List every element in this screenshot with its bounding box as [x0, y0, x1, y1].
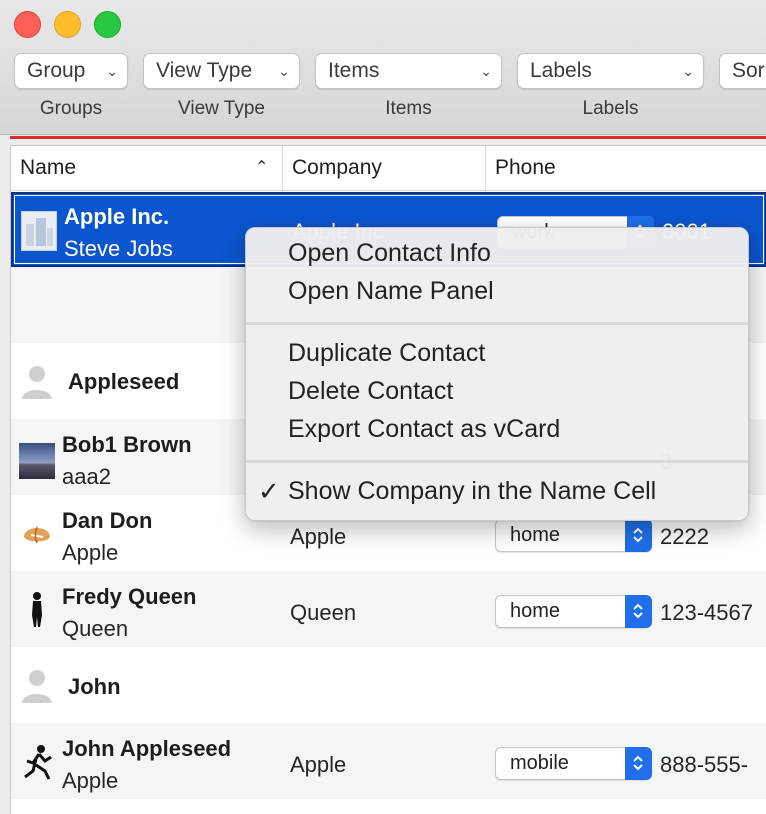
context-menu: Open Contact Info Open Name Panel Duplic…: [245, 227, 749, 521]
phone-type-popup[interactable]: mobile: [495, 747, 652, 780]
column-header-name-label: Name: [20, 156, 77, 179]
chevron-down-icon: ⌄: [480, 63, 492, 79]
menu-item-open-name-panel[interactable]: Open Name Panel: [288, 277, 494, 306]
contact-subtitle: Apple: [62, 768, 119, 793]
contact-company: Apple: [290, 752, 347, 777]
close-window-button[interactable]: [14, 11, 41, 38]
sort-popup-value: Sor: [732, 59, 765, 82]
table-row-john[interactable]: John: [11, 647, 766, 723]
contact-subtitle: Steve Jobs: [64, 236, 173, 261]
contact-phone: 123-4567: [660, 600, 753, 625]
items-popup[interactable]: Items ⌄: [315, 53, 502, 89]
contact-phone: 888-555-: [660, 752, 749, 777]
contact-name: John Appleseed: [62, 736, 232, 761]
phone-type-value: home: [510, 524, 561, 546]
view-type-label: View Type: [178, 98, 265, 119]
view-type-popup[interactable]: View Type ⌄: [143, 53, 300, 89]
table-header: Name ⌃ Company Phone: [11, 146, 766, 191]
column-header-name[interactable]: Name ⌃: [11, 146, 282, 190]
zoom-window-button[interactable]: [94, 11, 121, 38]
person-silhouette-icon: [19, 589, 55, 629]
group-popup-value: Group: [27, 59, 86, 82]
phone-type-value: home: [510, 600, 561, 622]
chevron-down-icon: ⌄: [682, 63, 694, 79]
items-label: Items: [385, 98, 432, 119]
menu-separator: [246, 460, 748, 463]
menu-item-delete-contact[interactable]: Delete Contact: [288, 377, 453, 406]
table-row-fredy-queen[interactable]: Fredy Queen Queen Queen home 123-4567: [11, 571, 766, 647]
running-person-icon: [19, 741, 55, 781]
table-row-empty: [11, 799, 766, 814]
menu-item-show-company-in-name-cell[interactable]: Show Company in the Name Cell: [288, 477, 656, 506]
contact-name: Dan Don: [62, 508, 153, 533]
table-row-john-appleseed[interactable]: John Appleseed Apple Apple mobile 888-55…: [11, 723, 766, 799]
person-placeholder-icon: [19, 665, 55, 705]
phone-type-value: mobile: [510, 752, 569, 774]
contact-name: Fredy Queen: [62, 584, 197, 609]
accent-divider: [10, 136, 766, 139]
view-type-popup-value: View Type: [156, 59, 253, 82]
menu-item-export-vcard[interactable]: Export Contact as vCard: [288, 415, 560, 444]
popup-stepper-icon: [625, 595, 652, 628]
contact-photo: [21, 211, 57, 251]
chevron-down-icon: ⌄: [106, 63, 118, 79]
items-popup-value: Items: [328, 59, 380, 82]
minimize-window-button[interactable]: [54, 11, 81, 38]
contact-name: Apple Inc.: [64, 204, 170, 229]
fortune-cookie-icon: [19, 513, 55, 553]
contact-phone: 2222: [660, 524, 709, 549]
window-toolbar: Group ⌄ Groups View Type ⌄ View Type Ite…: [0, 0, 766, 135]
menu-item-open-contact-info[interactable]: Open Contact Info: [288, 239, 491, 268]
sort-popup[interactable]: Sor: [719, 53, 766, 89]
phone-type-popup[interactable]: home: [495, 595, 652, 628]
popup-stepper-icon: [625, 747, 652, 780]
column-header-phone[interactable]: Phone: [485, 146, 766, 190]
contact-subtitle: aaa2: [62, 464, 111, 489]
labels-popup[interactable]: Labels ⌄: [517, 53, 704, 89]
group-popup[interactable]: Group ⌄: [14, 53, 128, 89]
contact-name: Appleseed: [68, 369, 180, 394]
chevron-down-icon: ⌄: [278, 63, 290, 79]
checkmark-icon: ✓: [258, 476, 280, 506]
phone-type-popup[interactable]: home: [495, 519, 652, 552]
menu-separator: [246, 322, 748, 325]
groups-label: Groups: [39, 98, 103, 119]
popup-stepper-icon: [625, 519, 652, 552]
menu-item-duplicate-contact[interactable]: Duplicate Contact: [288, 339, 485, 368]
contact-company: Apple: [290, 524, 347, 549]
labels-label: Labels: [582, 98, 639, 119]
sort-ascending-icon: ⌃: [255, 159, 269, 176]
contact-name: John: [68, 674, 121, 699]
contact-subtitle: Queen: [62, 616, 129, 641]
column-header-company[interactable]: Company: [282, 146, 485, 190]
labels-popup-value: Labels: [530, 59, 592, 82]
contact-photo: [19, 443, 55, 479]
contact-name: Bob1 Brown: [62, 432, 192, 457]
contact-subtitle: Apple: [62, 540, 119, 565]
contact-company: Queen: [290, 600, 357, 625]
person-placeholder-icon: [19, 361, 55, 401]
